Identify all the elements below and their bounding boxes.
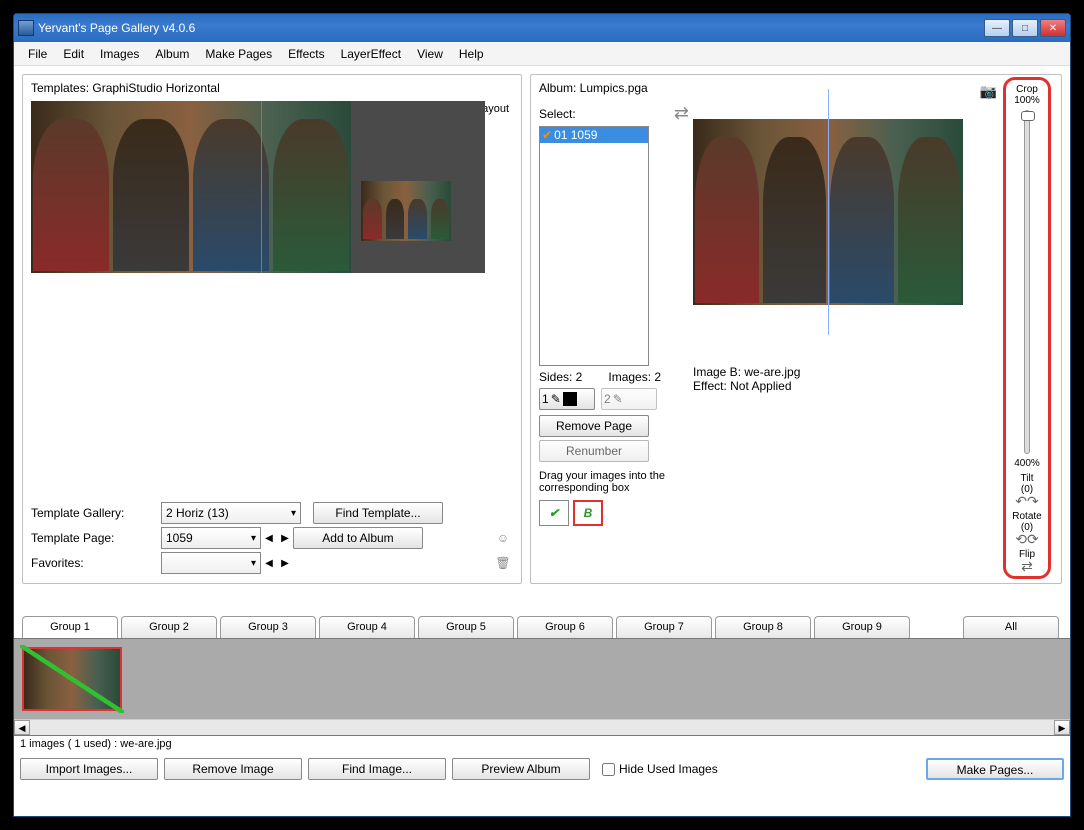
template-gallery-select[interactable]: 2 Horiz (13) xyxy=(161,502,301,524)
favorites-label: Favorites: xyxy=(31,556,161,570)
page-prev-button[interactable]: ◀ xyxy=(261,528,277,548)
add-to-album-button[interactable]: Add to Album xyxy=(293,527,423,549)
album-panel: Album: Lumpics.pga Select: ⇄ ✔01 1059 Si… xyxy=(530,74,1062,584)
template-divider xyxy=(261,101,262,273)
make-pages-button[interactable]: Make Pages... xyxy=(926,758,1064,780)
template-gallery-label: Template Gallery: xyxy=(31,506,161,520)
find-template-button[interactable]: Find Template... xyxy=(313,502,443,524)
remove-page-button[interactable]: Remove Page xyxy=(539,415,649,437)
statusbar: 1 images ( 1 used) : we-are.jpg xyxy=(14,736,1070,752)
album-listbox[interactable]: ✔01 1059 xyxy=(539,126,649,366)
template-form: Template Gallery: 2 Horiz (13) Find Temp… xyxy=(31,499,513,577)
menu-layereffect[interactable]: LayerEffect xyxy=(333,44,409,64)
fav-next-button[interactable]: ▶ xyxy=(277,553,293,573)
template-photo-thumb xyxy=(361,181,451,241)
tab-all[interactable]: All xyxy=(963,616,1059,638)
rotate-label: Rotate xyxy=(1012,511,1041,522)
filmstrip[interactable]: ◀ ▶ xyxy=(14,638,1070,736)
templates-heading: Templates: GraphiStudio Horizontal xyxy=(31,81,513,95)
page-next-button[interactable]: ▶ xyxy=(277,528,293,548)
image-b-label: Image B: we-are.jpg xyxy=(693,365,995,379)
rotate-buttons[interactable]: ⟲⟳ xyxy=(1015,533,1038,545)
preview-album-button[interactable]: Preview Album xyxy=(452,758,590,780)
crop-max-label: 400% xyxy=(1014,458,1040,469)
menu-help[interactable]: Help xyxy=(451,44,492,64)
titlebar[interactable]: Yervant's Page Gallery v4.0.6 — □ ✕ xyxy=(14,14,1070,42)
group-tabs: Group 1 Group 2 Group 3 Group 4 Group 5 … xyxy=(22,616,1062,638)
templates-panel: Templates: GraphiStudio Horizontal Layou… xyxy=(22,74,522,584)
drag-hint-label: Drag your images into the corresponding … xyxy=(539,470,689,494)
trash-icon[interactable]: 🗑 xyxy=(493,553,513,573)
find-image-button[interactable]: Find Image... xyxy=(308,758,446,780)
app-icon xyxy=(18,20,34,36)
tab-group-1[interactable]: Group 1 xyxy=(22,616,118,638)
flip-button[interactable]: ⇄ xyxy=(1021,560,1033,572)
camera-icon[interactable]: 📷 xyxy=(980,83,997,100)
menu-effects[interactable]: Effects xyxy=(280,44,332,64)
menu-images[interactable]: Images xyxy=(92,44,147,64)
crop-min-label: 100% xyxy=(1014,95,1040,106)
crop-label: Crop xyxy=(1016,84,1038,95)
fav-prev-button[interactable]: ◀ xyxy=(261,553,277,573)
maximize-button[interactable]: □ xyxy=(1012,19,1038,37)
bottom-toolbar: Import Images... Remove Image Find Image… xyxy=(14,752,1070,786)
list-item[interactable]: ✔01 1059 xyxy=(540,127,648,143)
filmstrip-scrollbar[interactable]: ◀ ▶ xyxy=(14,719,1070,735)
template-page-label: Template Page: xyxy=(31,531,161,545)
album-heading: Album: Lumpics.pga xyxy=(539,81,689,95)
template-preview[interactable] xyxy=(31,101,485,273)
menu-album[interactable]: Album xyxy=(147,44,197,64)
smiley-icon[interactable]: ☺ xyxy=(493,528,513,548)
tab-group-4[interactable]: Group 4 xyxy=(319,616,415,638)
tab-group-2[interactable]: Group 2 xyxy=(121,616,217,638)
template-photo-main xyxy=(31,101,351,273)
menubar: File Edit Images Album Make Pages Effect… xyxy=(14,42,1070,66)
tilt-buttons[interactable]: ↶↷ xyxy=(1015,495,1038,507)
menu-edit[interactable]: Edit xyxy=(55,44,92,64)
hide-used-label: Hide Used Images xyxy=(619,762,718,776)
close-button[interactable]: ✕ xyxy=(1040,19,1066,37)
filmstrip-thumb[interactable] xyxy=(22,647,122,711)
menu-view[interactable]: View xyxy=(409,44,451,64)
album-divider xyxy=(828,89,829,335)
crop-thumb[interactable] xyxy=(1021,111,1035,121)
remove-image-button[interactable]: Remove Image xyxy=(164,758,302,780)
favorites-select[interactable] xyxy=(161,552,261,574)
menu-make-pages[interactable]: Make Pages xyxy=(197,44,280,64)
select-arrows-icon[interactable]: ⇄ xyxy=(674,103,689,124)
tilt-label: Tilt xyxy=(1021,473,1034,484)
sides-label: Sides: 2 xyxy=(539,370,582,384)
renumber-button: Renumber xyxy=(539,440,649,462)
crop-slider[interactable] xyxy=(1024,110,1030,454)
scroll-right-button[interactable]: ▶ xyxy=(1054,720,1070,735)
side-2-button[interactable]: 2✎ xyxy=(601,388,657,410)
effect-label: Effect: Not Applied xyxy=(693,379,995,393)
tab-group-8[interactable]: Group 8 xyxy=(715,616,811,638)
crop-panel: Crop 100% 400% Tilt (0) ↶↷ Rotate (0) ⟲⟳… xyxy=(1003,77,1051,579)
select-label: Select: xyxy=(539,107,576,121)
hide-used-checkbox[interactable] xyxy=(602,763,615,776)
tab-group-9[interactable]: Group 9 xyxy=(814,616,910,638)
images-count-label: Images: 2 xyxy=(608,370,661,384)
tab-group-3[interactable]: Group 3 xyxy=(220,616,316,638)
app-window: Yervant's Page Gallery v4.0.6 — □ ✕ File… xyxy=(13,13,1071,817)
drop-box-b[interactable]: B xyxy=(573,500,603,526)
window-title: Yervant's Page Gallery v4.0.6 xyxy=(38,21,984,35)
tab-group-5[interactable]: Group 5 xyxy=(418,616,514,638)
tab-group-6[interactable]: Group 6 xyxy=(517,616,613,638)
album-preview[interactable] xyxy=(693,119,963,305)
tab-group-7[interactable]: Group 7 xyxy=(616,616,712,638)
scroll-left-button[interactable]: ◀ xyxy=(14,720,30,735)
menu-file[interactable]: File xyxy=(20,44,55,64)
drop-box-a[interactable]: ✔ xyxy=(539,500,569,526)
import-images-button[interactable]: Import Images... xyxy=(20,758,158,780)
minimize-button[interactable]: — xyxy=(984,19,1010,37)
side-1-button[interactable]: 1✎ xyxy=(539,388,595,410)
template-page-select[interactable]: 1059 xyxy=(161,527,261,549)
